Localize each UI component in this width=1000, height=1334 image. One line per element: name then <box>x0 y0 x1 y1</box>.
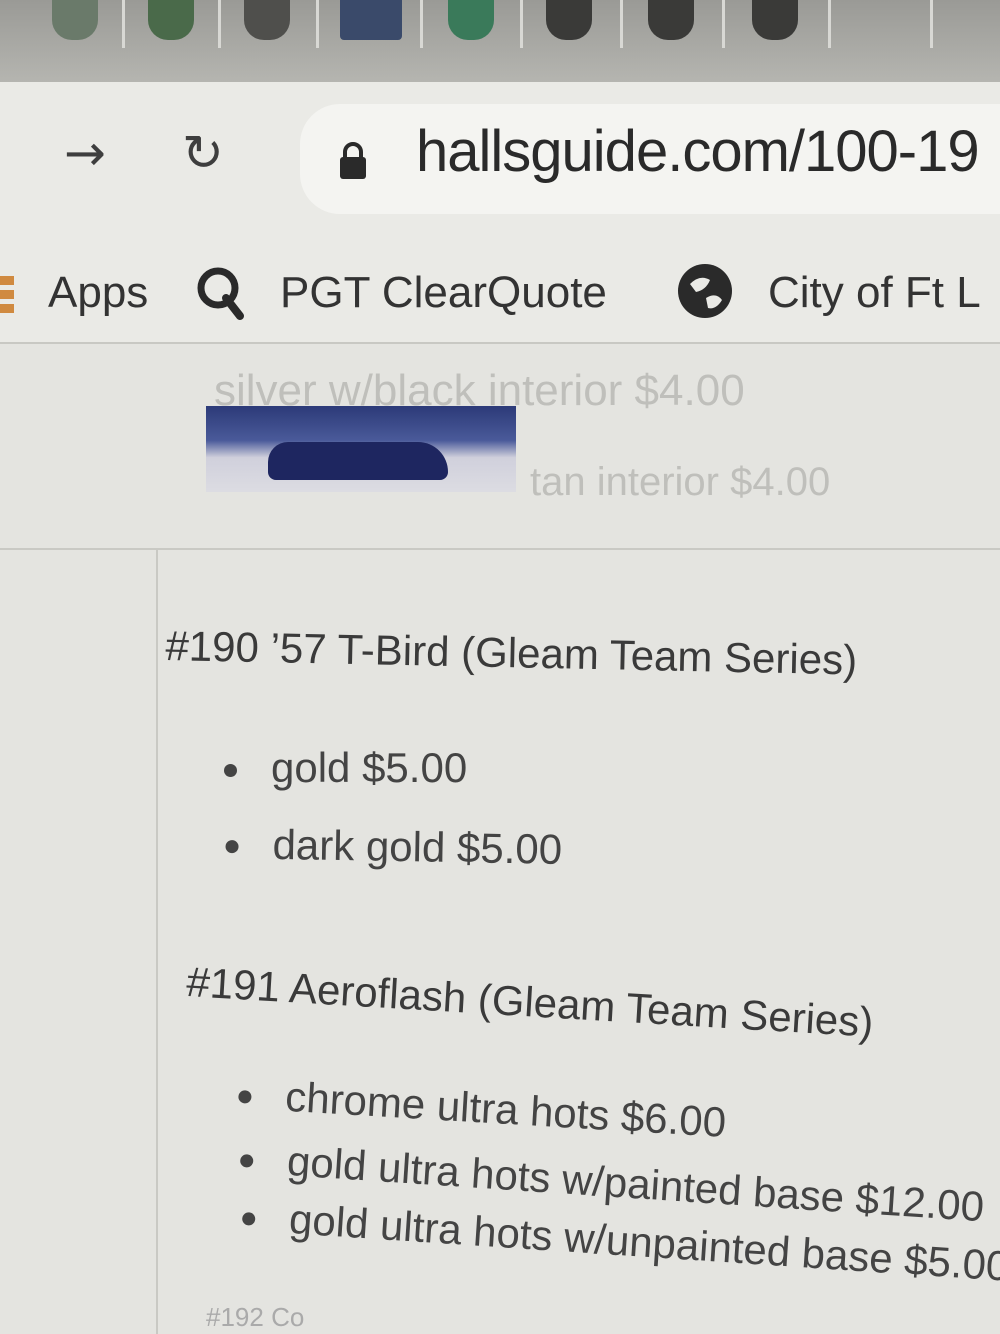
apps-grid-icon[interactable] <box>0 276 14 316</box>
tab-favicon[interactable] <box>148 0 194 40</box>
bookmark-apps[interactable]: Apps <box>48 268 148 318</box>
divider <box>0 548 1000 550</box>
tab-favicon[interactable] <box>752 0 798 40</box>
bookmark-pgt-clearquote[interactable]: PGT ClearQuote <box>280 268 607 318</box>
divider <box>156 550 158 1334</box>
tab-separator <box>828 0 831 48</box>
search-q-icon <box>197 267 244 320</box>
forward-icon[interactable]: → <box>64 128 106 178</box>
tab-favicon[interactable] <box>52 0 98 40</box>
tab-favicon[interactable] <box>244 0 290 40</box>
list-item: gold $5.00 <box>224 744 467 792</box>
reload-icon[interactable]: ↻ <box>182 128 224 178</box>
tab-separator <box>620 0 623 48</box>
car-image <box>268 442 448 480</box>
lock-icon <box>340 142 366 179</box>
globe-icon <box>678 264 732 318</box>
tab-separator <box>420 0 423 48</box>
tab-favicon[interactable] <box>340 0 402 40</box>
tab-favicon[interactable] <box>648 0 694 40</box>
tab-separator <box>722 0 725 48</box>
tab-separator <box>930 0 933 48</box>
list-item: dark gold $5.00 <box>225 820 562 874</box>
product-thumbnail[interactable] <box>206 406 516 492</box>
bookmark-city-of-ft-l[interactable]: City of Ft L <box>768 268 981 318</box>
tab-favicon[interactable] <box>448 0 494 40</box>
tab-favicon[interactable] <box>546 0 592 40</box>
tab-separator <box>218 0 221 48</box>
tab-separator <box>122 0 125 48</box>
list-item: tan interior $4.00 <box>530 460 831 504</box>
address-url[interactable]: hallsguide.com/100-19 <box>416 118 980 185</box>
section-heading-partial: #192 Co <box>206 1302 305 1332</box>
tab-separator <box>316 0 319 48</box>
tab-strip <box>0 0 1000 82</box>
tab-separator <box>520 0 523 48</box>
